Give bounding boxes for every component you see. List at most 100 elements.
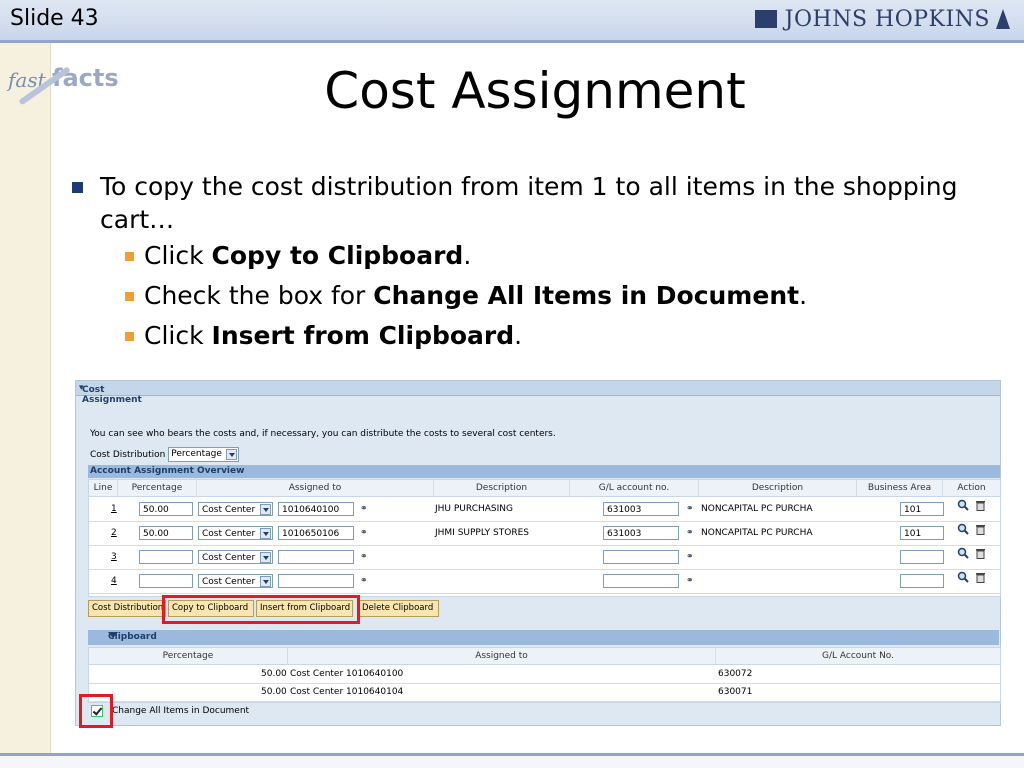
clipboard-row: 50.00 Cost Center 1010640104 630071 bbox=[89, 683, 1000, 702]
section-header[interactable]: ▾ Cost Assignment bbox=[76, 381, 1000, 405]
percentage-input[interactable] bbox=[139, 550, 193, 564]
cost-distribution-select[interactable]: Percentage bbox=[168, 447, 239, 462]
business-area-input[interactable]: 101 bbox=[900, 526, 944, 540]
business-area-input[interactable] bbox=[900, 574, 944, 588]
col-gl-description: Description bbox=[699, 480, 857, 497]
bullet-list: To copy the cost distribution from item … bbox=[70, 170, 990, 356]
account-type-select[interactable]: Cost Center bbox=[198, 550, 273, 564]
left-decor-strip bbox=[0, 43, 51, 768]
search-help-icon[interactable]: ⚭ bbox=[360, 545, 368, 569]
business-area-input[interactable] bbox=[900, 550, 944, 564]
magnifier-icon[interactable] bbox=[957, 521, 969, 545]
cost-distribution-value: Percentage bbox=[171, 449, 222, 459]
gl-account-input[interactable]: 631003 bbox=[603, 502, 679, 516]
trash-icon[interactable] bbox=[975, 569, 986, 593]
binoculars-icon[interactable]: ⚭ bbox=[360, 521, 368, 545]
gl-description-text: NONCAPITAL PC PURCHA bbox=[701, 504, 813, 514]
trash-icon[interactable] bbox=[975, 497, 986, 521]
clip-pct: 50.00 bbox=[261, 669, 287, 679]
sub-bullet-3-end: . bbox=[514, 321, 523, 350]
sub-bullet-2: Check the box for Change All Items in Do… bbox=[122, 276, 990, 316]
row-line-link[interactable]: 3 bbox=[111, 545, 117, 569]
assignment-table: Line Percentage Assigned to Description … bbox=[88, 479, 1001, 597]
highlight-box-checkbox bbox=[79, 694, 113, 728]
search-help-icon[interactable]: ⚭ bbox=[360, 497, 368, 521]
sub-bullet-3: Click Insert from Clipboard. bbox=[122, 316, 990, 356]
magnifier-icon[interactable] bbox=[957, 545, 969, 569]
binoculars-icon[interactable]: ⚭ bbox=[686, 521, 694, 545]
binoculars-icon[interactable]: ⚭ bbox=[360, 545, 368, 569]
line-number[interactable]: 2 bbox=[111, 528, 117, 538]
chevron-down-icon[interactable] bbox=[260, 504, 271, 515]
col-percentage: Percentage bbox=[118, 480, 197, 497]
chevron-down-icon[interactable] bbox=[260, 528, 271, 539]
clip-gl: 630072 bbox=[718, 669, 753, 679]
gl-search-help-icon[interactable]: ⚭ bbox=[686, 521, 694, 545]
percentage-input[interactable] bbox=[139, 574, 193, 588]
line-number[interactable]: 1 bbox=[111, 504, 117, 514]
cost-distribution-row: Cost Distribution Percentage bbox=[90, 447, 239, 462]
description-text: JHMI SUPPLY STORES bbox=[435, 528, 529, 538]
col-description: Description bbox=[434, 480, 570, 497]
gl-search-help-icon[interactable]: ⚭ bbox=[686, 569, 694, 593]
gl-account-input[interactable]: 631003 bbox=[603, 526, 679, 540]
gl-account-input[interactable] bbox=[603, 550, 679, 564]
magnifier-icon[interactable] bbox=[957, 497, 969, 521]
row-line-link[interactable]: 2 bbox=[111, 521, 117, 545]
cost-distribution-button[interactable]: Cost Distribution bbox=[88, 600, 166, 617]
col-assigned-to: Assigned to bbox=[197, 480, 434, 497]
percentage-input[interactable]: 50.00 bbox=[139, 526, 193, 540]
clip-col-gl-account: G/L Account No. bbox=[716, 648, 1000, 665]
description-text: JHU PURCHASING bbox=[435, 504, 513, 514]
gl-account-input[interactable] bbox=[603, 574, 679, 588]
percentage-input[interactable]: 50.00 bbox=[139, 502, 193, 516]
clipboard-title: Clipboard bbox=[108, 632, 157, 642]
gl-search-help-icon[interactable]: ⚭ bbox=[686, 545, 694, 569]
gl-description-text: NONCAPITAL PC PURCHA bbox=[701, 528, 813, 538]
line-number[interactable]: 4 bbox=[111, 576, 117, 586]
sub-bullet-3-text: Click bbox=[144, 321, 212, 350]
chevron-down-icon[interactable] bbox=[225, 449, 237, 460]
account-type-select[interactable]: Cost Center bbox=[198, 574, 273, 588]
assigned-to-input[interactable] bbox=[278, 574, 354, 588]
highlight-box-buttons bbox=[162, 595, 360, 624]
sub-bullet-1-bold: Copy to Clipboard bbox=[211, 241, 464, 270]
assigned-to-input[interactable]: 1010650106 bbox=[278, 526, 354, 540]
business-area-input[interactable]: 101 bbox=[900, 502, 944, 516]
assigned-to-input[interactable]: 1010640100 bbox=[278, 502, 354, 516]
clip-col-assigned-to: Assigned to bbox=[288, 648, 716, 665]
trash-icon[interactable] bbox=[975, 545, 986, 569]
binoculars-icon[interactable]: ⚭ bbox=[360, 497, 368, 521]
col-business-area: Business Area bbox=[857, 480, 943, 497]
gl-search-help-icon[interactable]: ⚭ bbox=[686, 497, 694, 521]
account-type-select[interactable]: Cost Center bbox=[198, 502, 273, 516]
change-all-items-label: Change All Items in Document bbox=[112, 706, 250, 716]
chevron-down-icon[interactable] bbox=[260, 552, 271, 563]
table-row: 4 Cost Center ⚭ ⚭ bbox=[89, 569, 1000, 594]
account-type-value: Cost Center bbox=[202, 577, 256, 587]
johns-hopkins-logo: JOHNS HOPKINS bbox=[754, 7, 1010, 32]
sub-bullet-2-bold: Change All Items in Document bbox=[373, 281, 800, 310]
binoculars-icon[interactable]: ⚭ bbox=[686, 545, 694, 569]
row-line-link[interactable]: 4 bbox=[111, 569, 117, 593]
binoculars-icon[interactable]: ⚭ bbox=[686, 569, 694, 593]
clip-col-percentage: Percentage bbox=[89, 648, 288, 665]
assigned-to-input[interactable] bbox=[278, 550, 354, 564]
search-help-icon[interactable]: ⚭ bbox=[360, 521, 368, 545]
row-line-link[interactable]: 1 bbox=[111, 497, 117, 521]
delete-clipboard-button[interactable]: Delete Clipboard bbox=[358, 600, 439, 617]
account-type-value: Cost Center bbox=[202, 505, 256, 515]
chevron-down-icon[interactable] bbox=[260, 576, 271, 587]
binoculars-icon[interactable]: ⚭ bbox=[686, 497, 694, 521]
clipboard-header[interactable]: Clipboard bbox=[88, 630, 999, 645]
trash-icon[interactable] bbox=[975, 521, 986, 545]
slide-number: Slide 43 bbox=[10, 6, 99, 31]
sub-bullet-1-text: Click bbox=[144, 241, 212, 270]
clipboard-table: Percentage Assigned to G/L Account No. 5… bbox=[88, 647, 1001, 703]
line-number[interactable]: 3 bbox=[111, 552, 117, 562]
account-type-value: Cost Center bbox=[202, 553, 256, 563]
binoculars-icon[interactable]: ⚭ bbox=[360, 569, 368, 593]
search-help-icon[interactable]: ⚭ bbox=[360, 569, 368, 593]
magnifier-icon[interactable] bbox=[957, 569, 969, 593]
account-type-select[interactable]: Cost Center bbox=[198, 526, 273, 540]
